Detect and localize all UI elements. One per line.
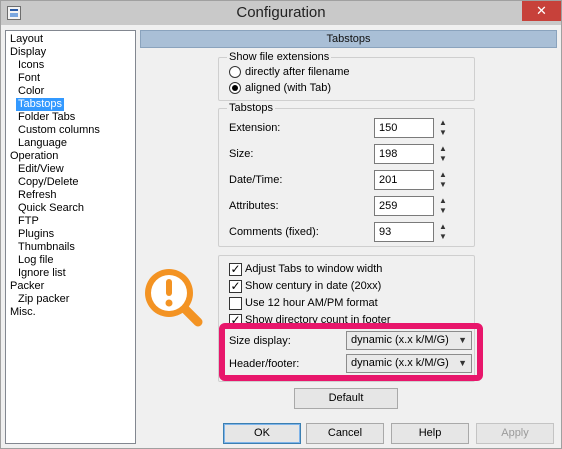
default-button-label: Default — [328, 392, 364, 404]
tree-item-zip-packer[interactable]: Zip packer — [16, 293, 71, 306]
tree-item-edit-view[interactable]: Edit/View — [16, 163, 66, 176]
pane-header: Tabstops — [140, 30, 557, 48]
date-time-spinner[interactable]: ▲ ▼ — [438, 170, 448, 190]
tree-item-tabstops[interactable]: Tabstops — [16, 98, 65, 111]
size-spinner[interactable]: ▲ ▼ — [438, 144, 448, 164]
show-century-label[interactable]: Show century in date (20xx) — [245, 280, 381, 293]
spin-up-icon[interactable]: ▲ — [438, 222, 448, 232]
title-bar: Configuration ✕ — [1, 1, 561, 25]
spin-up-icon[interactable]: ▲ — [438, 170, 448, 180]
spin-down-icon[interactable]: ▼ — [438, 180, 448, 190]
apply-button[interactable]: Apply — [476, 423, 554, 444]
settings-tree[interactable]: Layout Display Icons Font Color Tabstops Folde… — [5, 30, 136, 444]
default-button[interactable]: Default — [294, 388, 398, 409]
tree-item-ignore-list[interactable]: Ignore list — [16, 267, 68, 280]
warning-magnifier-icon — [145, 269, 203, 327]
tree-item-icons[interactable]: Icons — [16, 59, 46, 72]
spin-down-icon[interactable]: ▼ — [438, 154, 448, 164]
attributes-spinner[interactable]: ▲ ▼ — [438, 196, 448, 216]
apply-button-label: Apply — [501, 427, 529, 439]
help-button[interactable]: Help — [391, 423, 469, 444]
spin-up-icon[interactable]: ▲ — [438, 118, 448, 128]
date-time-label: Date/Time: — [229, 174, 283, 186]
file-extensions-group-title: Show file extensions — [227, 51, 332, 64]
date-time-input[interactable]: 201 — [374, 170, 434, 190]
tree-item-language[interactable]: Language — [16, 137, 69, 150]
tree-item-layout[interactable]: Layout — [8, 33, 45, 46]
attributes-label: Attributes: — [229, 200, 279, 212]
close-icon: ✕ — [536, 3, 547, 18]
tree-item-misc[interactable]: Misc. — [8, 306, 38, 319]
tree-item-thumbnails[interactable]: Thumbnails — [16, 241, 77, 254]
tree-item-display[interactable]: Display — [8, 46, 48, 59]
comments-input[interactable]: 93 — [374, 222, 434, 242]
spin-down-icon[interactable]: ▼ — [438, 232, 448, 242]
tree-item-quick-search[interactable]: Quick Search — [16, 202, 86, 215]
tree-item-custom-columns[interactable]: Custom columns — [16, 124, 102, 137]
extension-label: Extension: — [229, 122, 281, 134]
tree-item-copy-delete[interactable]: Copy/Delete — [16, 176, 81, 189]
tree-item-packer[interactable]: Packer — [8, 280, 46, 293]
size-label: Size: — [229, 148, 254, 160]
attributes-input[interactable]: 259 — [374, 196, 434, 216]
tree-item-ftp[interactable]: FTP — [16, 215, 41, 228]
tree-item-plugins[interactable]: Plugins — [16, 228, 56, 241]
adjust-tabs-label[interactable]: Adjust Tabs to window width — [245, 263, 382, 276]
cancel-button[interactable]: Cancel — [306, 423, 384, 444]
radio-aligned-with-tab-label[interactable]: aligned (with Tab) — [245, 82, 331, 95]
check-icon: ✓ — [230, 279, 241, 293]
configuration-window: Configuration ✕ Layout Display Icons Font Co… — [0, 0, 562, 449]
close-button[interactable]: ✕ — [522, 1, 561, 21]
spin-down-icon[interactable]: ▼ — [438, 128, 448, 138]
tabstops-group-title: Tabstops — [227, 102, 276, 115]
check-icon: ✓ — [230, 262, 241, 276]
window-title: Configuration — [236, 4, 326, 21]
ok-button[interactable]: OK — [223, 423, 301, 444]
adjust-tabs-checkbox[interactable]: ✓ — [229, 263, 242, 276]
radio-directly-after-filename[interactable] — [229, 66, 241, 78]
radio-aligned-with-tab[interactable] — [229, 82, 241, 94]
radio-directly-after-filename-label[interactable]: directly after filename — [245, 66, 350, 79]
tree-item-refresh[interactable]: Refresh — [16, 189, 59, 202]
spin-down-icon[interactable]: ▼ — [438, 206, 448, 216]
use-12-hour-checkbox[interactable] — [229, 297, 242, 310]
tree-item-operation[interactable]: Operation — [8, 150, 60, 163]
extension-input[interactable]: 150 — [374, 118, 434, 138]
cancel-button-label: Cancel — [327, 427, 363, 439]
ok-button-label: OK — [254, 427, 270, 439]
extension-spinner[interactable]: ▲ ▼ — [438, 118, 448, 138]
show-century-checkbox[interactable]: ✓ — [229, 280, 242, 293]
tree-item-log-file[interactable]: Log file — [16, 254, 55, 267]
spin-up-icon[interactable]: ▲ — [438, 196, 448, 206]
tree-item-font[interactable]: Font — [16, 72, 42, 85]
tree-item-color[interactable]: Color — [16, 85, 46, 98]
highlight-frame — [219, 323, 483, 381]
size-input[interactable]: 198 — [374, 144, 434, 164]
tree-item-folder-tabs[interactable]: Folder Tabs — [16, 111, 77, 124]
help-button-label: Help — [418, 427, 442, 439]
spin-up-icon[interactable]: ▲ — [438, 144, 448, 154]
use-12-hour-label[interactable]: Use 12 hour AM/PM format — [245, 297, 378, 310]
comments-spinner[interactable]: ▲ ▼ — [438, 222, 448, 242]
comments-label: Comments (fixed): — [229, 226, 319, 238]
